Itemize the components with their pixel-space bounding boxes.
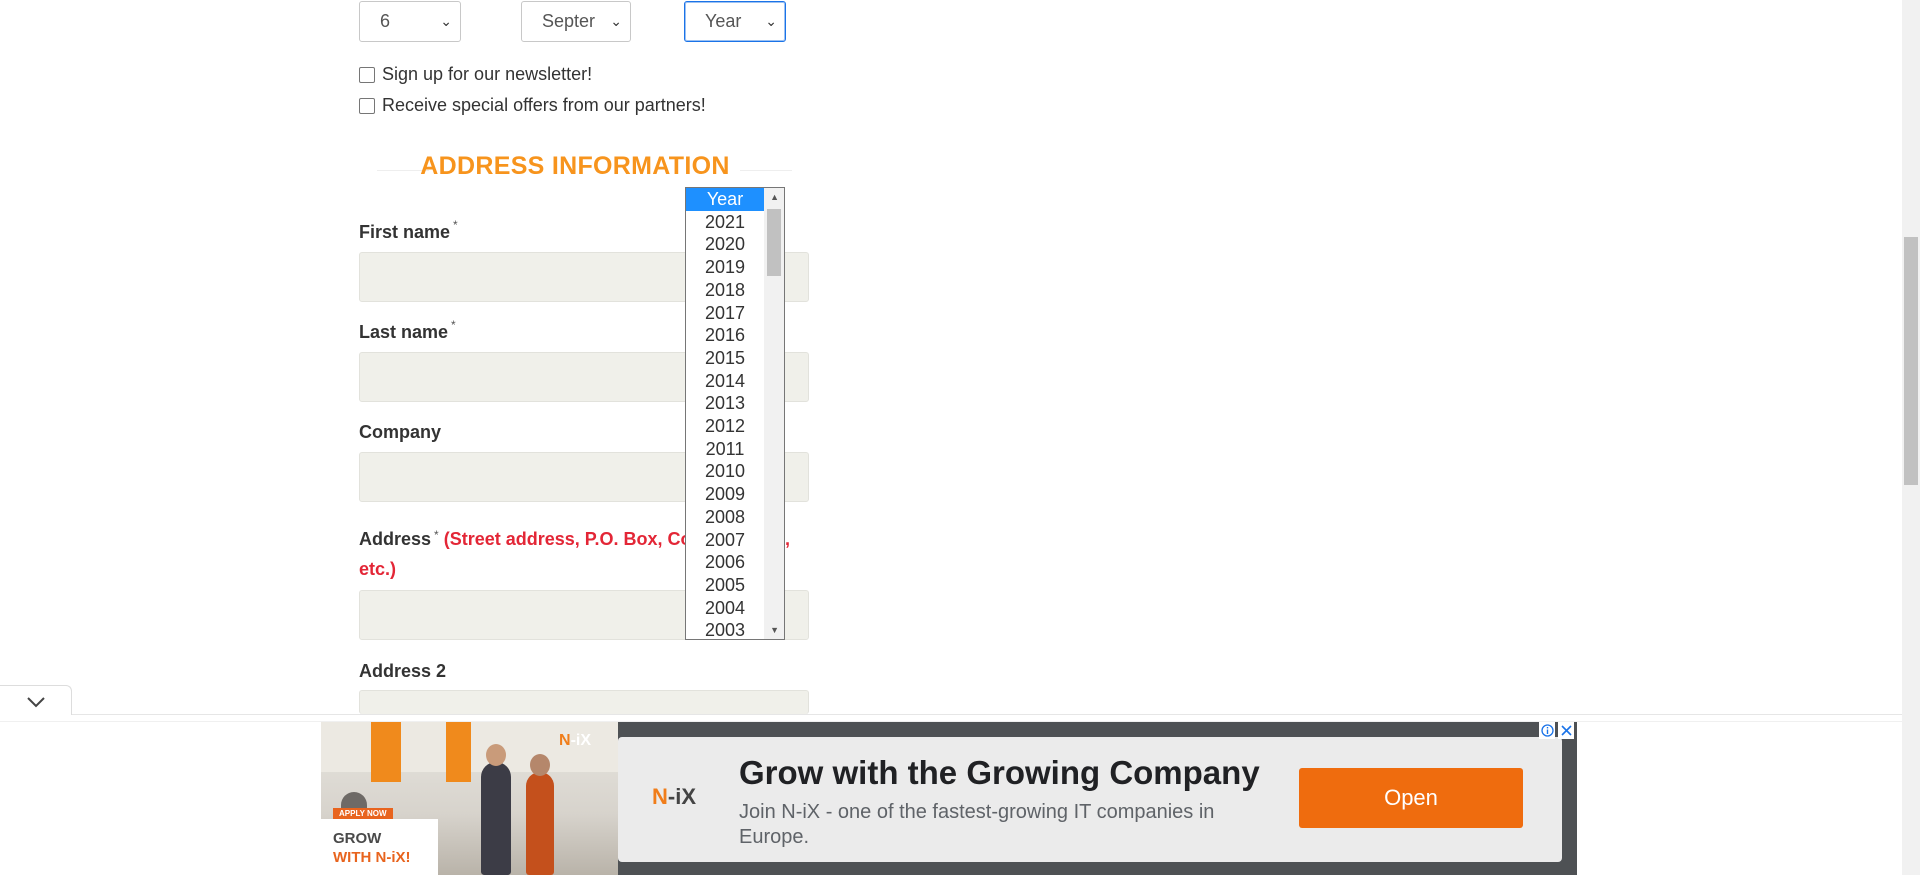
ad-headline[interactable]: Grow with the Growing Company xyxy=(739,754,1260,792)
newsletter-label[interactable]: Sign up for our newsletter! xyxy=(382,64,592,85)
chevron-down-icon: ⌄ xyxy=(765,13,777,29)
year-option[interactable]: 2009 xyxy=(686,483,764,506)
day-select[interactable]: 6 ⌄ xyxy=(359,1,461,42)
year-option[interactable]: 2015 xyxy=(686,347,764,370)
address2-label-text: Address 2 xyxy=(359,661,447,681)
year-option[interactable]: 2011 xyxy=(686,438,764,461)
year-option[interactable]: 2006 xyxy=(686,551,764,574)
month-select[interactable]: Septer ⌄ xyxy=(521,1,631,42)
ad-banner[interactable]: N-iX APPLY NOW GROW WITH N-iX! N-iX Grow… xyxy=(321,722,1577,875)
year-option[interactable]: 2014 xyxy=(686,370,764,393)
newsletter-checkbox[interactable] xyxy=(359,66,375,83)
newsletter-row: Sign up for our newsletter! xyxy=(359,64,592,85)
year-option[interactable]: 2021 xyxy=(686,211,764,234)
year-option[interactable]: 2013 xyxy=(686,392,764,415)
last-name-label-text: Last name xyxy=(359,322,449,342)
photo-person-head xyxy=(486,744,506,766)
offers-label[interactable]: Receive special offers from our partners… xyxy=(382,95,706,116)
scroll-up-icon[interactable]: ▲ xyxy=(770,192,779,202)
photo-person-head xyxy=(530,754,550,776)
first-name-label: First name * xyxy=(359,218,458,243)
photo-brand-logo: N-iX xyxy=(559,732,592,749)
year-select[interactable]: Year ⌄ xyxy=(684,1,786,42)
year-option[interactable]: 2010 xyxy=(686,460,764,483)
address-label-text: Address xyxy=(359,529,432,549)
dropdown-scroll-thumb[interactable] xyxy=(767,209,781,276)
offers-row: Receive special offers from our partners… xyxy=(359,95,706,116)
chevron-down-icon: ⌄ xyxy=(610,13,622,29)
page-scroll-thumb[interactable] xyxy=(1904,237,1918,485)
grow-card: GROW WITH N-iX! xyxy=(321,819,438,875)
company-label: Company xyxy=(359,422,441,443)
address-hint: (Street address, P.O. Box, Co xyxy=(443,529,692,549)
year-option[interactable]: 2008 xyxy=(686,506,764,529)
photo-person xyxy=(481,762,511,875)
address2-label: Address 2 xyxy=(359,661,446,682)
chevron-down-icon xyxy=(26,697,45,708)
required-mark: * xyxy=(451,318,456,332)
year-option[interactable]: 2018 xyxy=(686,279,764,302)
year-option[interactable]: 2016 xyxy=(686,324,764,347)
year-option[interactable]: 2007 xyxy=(686,529,764,552)
photo-orange-panel xyxy=(371,722,401,782)
day-select-value: 6 xyxy=(380,11,391,31)
collapse-ad-button[interactable] xyxy=(0,685,72,715)
address2-input[interactable] xyxy=(359,690,809,714)
year-option[interactable]: 2017 xyxy=(686,302,764,325)
year-option[interactable]: Year xyxy=(686,188,764,211)
month-select-value: Septer xyxy=(542,11,596,31)
ad-open-button[interactable]: Open xyxy=(1299,768,1523,828)
year-option[interactable]: 2005 xyxy=(686,574,764,597)
close-icon[interactable] xyxy=(1558,722,1574,739)
ad-card[interactable]: N-iX Grow with the Growing Company Join … xyxy=(618,737,1562,862)
address-hint-line2: etc.) xyxy=(359,559,397,579)
photo-orange-panel xyxy=(446,722,471,782)
photo-person xyxy=(526,772,554,875)
chevron-down-icon: ⌄ xyxy=(440,13,452,29)
scroll-down-icon[interactable]: ▼ xyxy=(770,625,779,635)
year-select-value: Year xyxy=(705,11,742,31)
section-title: ADDRESS INFORMATION xyxy=(420,152,730,180)
year-option[interactable]: 2019 xyxy=(686,256,764,279)
year-option[interactable]: 2020 xyxy=(686,233,764,256)
year-option[interactable]: 2004 xyxy=(686,597,764,620)
year-option[interactable]: 2012 xyxy=(686,415,764,438)
ad-photo: N-iX APPLY NOW GROW WITH N-iX! xyxy=(321,722,618,875)
required-mark: * xyxy=(434,528,439,542)
year-dropdown-list[interactable]: ▲ ▼ Year 2021 2020 2019 2018 2017 2016 2015 2014… xyxy=(685,187,785,640)
grow-line1: GROW xyxy=(333,830,382,847)
ad-description: Join N-iX - one of the fastest-growing I… xyxy=(739,801,1215,848)
first-name-label-text: First name xyxy=(359,222,451,242)
company-label-text: Company xyxy=(359,422,442,442)
ad-logo: N-iX xyxy=(652,784,697,809)
required-mark: * xyxy=(453,218,458,232)
offers-checkbox[interactable] xyxy=(359,97,375,114)
apply-now-badge: APPLY NOW xyxy=(333,808,393,819)
last-name-label: Last name * xyxy=(359,318,456,343)
info-icon[interactable] xyxy=(1539,722,1555,739)
year-option[interactable]: 2003 xyxy=(686,619,764,639)
grow-line2: WITH N-iX! xyxy=(333,849,411,866)
